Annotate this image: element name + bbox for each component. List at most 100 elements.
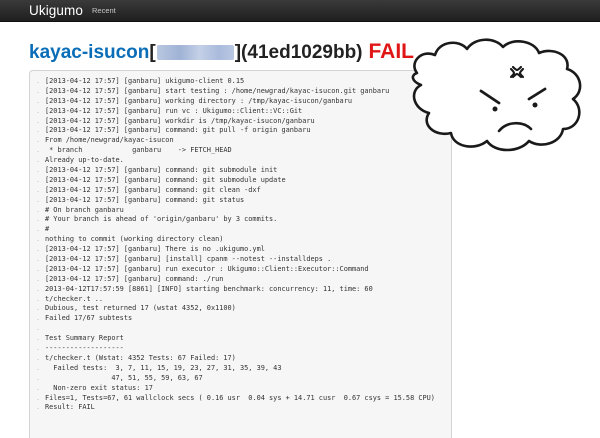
log-line-gutter: . [36,116,41,125]
log-line-text: Non-zero exit status: 17 [45,383,153,392]
log-line: . [2013-04-12 17:57] [ganbaru] run vc : U… [36,107,451,117]
log-line-gutter: . [36,314,41,323]
log-line-gutter: . [36,106,41,115]
log-line: . # [36,225,451,235]
log-line-gutter: . [36,146,41,155]
nav-link-recent[interactable]: Recent [92,6,116,15]
log-line-text: nothing to commit (working directory cle… [45,235,224,244]
log-line: . Dubious, test returned 17 (wstat 4352, … [36,304,451,314]
log-line-gutter: . [36,334,41,343]
log-line-text: [2013-04-12 17:57] [ganbaru] command: ./… [45,274,224,283]
log-line-gutter: . [36,175,41,184]
log-line-gutter: . [36,245,41,254]
log-line-text: Test Summary Report [45,334,124,343]
log-line: . 2013-04-12T17:57:59 [8861] [INFO] start… [36,285,451,295]
log-line-gutter: . [36,274,41,283]
log-line-text: [2013-04-12 17:57] [ganbaru] run executo… [45,264,369,273]
log-line: . 47, 51, 55, 59, 63, 67 [36,374,451,384]
build-log: . [2013-04-12 17:57] [ganbaru] ukigumo-cl… [29,70,452,438]
log-line: . [2013-04-12 17:57] [ganbaru] command: g… [36,176,451,186]
log-line-text: [2013-04-12 17:57] [ganbaru] start testi… [45,86,390,95]
commit-id: ](41ed1029bb) [234,42,363,63]
log-line-text: [2013-04-12 17:57] [ganbaru] command: gi… [45,195,245,204]
log-line-text: # On branch ganbaru [45,205,124,214]
log-line-gutter: . [36,353,41,362]
log-line-text: t/checker.t .. [45,294,104,303]
log-line-gutter: . [36,255,41,264]
log-line: . [2013-04-12 17:57] [ganbaru] command: g… [36,186,451,196]
log-line-gutter: . [36,136,41,145]
log-line-gutter: . [36,156,41,165]
brand-logo[interactable]: Ukigumo [29,3,83,18]
log-line-text: [2013-04-12 17:57] [ganbaru] command: gi… [45,185,261,194]
log-line: . [2013-04-12 17:57] [ganbaru] command: g… [36,196,451,206]
log-line-text: [2013-04-12 17:57] [ganbaru] command: gi… [45,175,286,184]
log-line: . t/checker.t .. [36,295,451,305]
log-line: . Test Summary Report [36,334,451,344]
log-line: . ------------------- [36,344,451,354]
log-line-gutter: . [36,373,41,382]
log-line-gutter: . [36,86,41,95]
log-line-text: [2013-04-12 17:57] [ganbaru] [install] c… [45,255,332,264]
log-line: . From /home/newgrad/kayac-isucon [36,136,451,146]
log-line: . Already up-to-date. [36,156,451,166]
log-line-text: Failed tests: 3, 7, 11, 15, 19, 23, 27, … [45,363,282,372]
log-line-text: t/checker.t (Wstat: 4352 Tests: 67 Faile… [45,353,236,362]
log-line-text: 2013-04-12T17:57:59 [8861] [INFO] starti… [45,284,373,293]
angry-cloud-mascot-icon [411,38,582,152]
log-line-gutter: . [36,126,41,135]
log-line-text: Files=1, Tests=67, 61 wallclock secs ( 0… [45,393,435,402]
log-line: . nothing to commit (working directory cl… [36,235,451,245]
log-line: . [2013-04-12 17:57] [ganbaru] There is n… [36,245,451,255]
log-line-text: # Your branch is ahead of 'origin/ganbar… [45,215,278,224]
log-line-gutter: . [36,215,41,224]
log-line-text: [2013-04-12 17:57] [ganbaru] command: gi… [45,166,278,175]
repo-name-link[interactable]: kayac-isucon [29,42,149,64]
log-line-gutter: . [36,324,41,333]
log-line: . [2013-04-12 17:57] [ganbaru] run execut… [36,265,451,275]
log-line-text: [2013-04-12 17:57] [ganbaru] working dir… [45,96,352,105]
log-line: . [2013-04-12 17:57] [ganbaru] command: g… [36,126,451,136]
branch-bracket: [ [149,42,156,63]
log-line: . [2013-04-12 17:57] [ganbaru] working di… [36,97,451,107]
log-line-text: [2013-04-12 17:57] [ganbaru] ukigumo-cli… [45,77,245,85]
log-line-text: [2013-04-12 17:57] [ganbaru] run vc : Uk… [45,106,303,115]
log-line: . Failed 17/67 subtests [36,314,451,324]
log-line: . [36,324,451,334]
redacted-branch-name [156,45,234,60]
log-line-text: Failed 17/67 subtests [45,314,133,323]
log-line: . [2013-04-12 17:57] [ganbaru] command: g… [36,166,451,176]
top-navbar: Ukigumo Recent [0,0,600,22]
log-line: . t/checker.t (Wstat: 4352 Tests: 67 Fail… [36,354,451,364]
log-line: . Files=1, Tests=67, 61 wallclock secs ( … [36,394,451,404]
log-line: . [2013-04-12 17:57] [ganbaru] workdir is… [36,117,451,127]
log-line-text: # [45,225,50,234]
log-line-gutter: . [36,195,41,204]
log-line-gutter: . [36,225,41,234]
log-line-text: Dubious, test returned 17 (wstat 4352, 0… [45,304,236,313]
log-line: . # On branch ganbaru [36,206,451,216]
log-line: . [2013-04-12 17:57] [ganbaru] ukigumo-cl… [36,77,451,87]
log-line-gutter: . [36,205,41,214]
log-line-gutter: . [36,294,41,303]
log-line-gutter: . [36,235,41,244]
log-line-text: [2013-04-12 17:57] [ganbaru] workdir is … [45,116,315,125]
log-line-text: From /home/newgrad/kayac-isucon [45,136,174,145]
log-line: . Result: FAIL [36,403,451,413]
log-line: . * branch ganbaru -> FETCH_HEAD [36,146,451,156]
log-line-gutter: . [36,363,41,372]
page-title: kayac-isucon [ ](41ed1029bb) FAIL [29,40,414,64]
log-line: . Failed tests: 3, 7, 11, 15, 19, 23, 27… [36,364,451,374]
log-line-text: [2013-04-12 17:57] [ganbaru] command: gi… [45,126,311,135]
log-line-gutter: . [36,166,41,175]
log-line-gutter: . [36,383,41,392]
log-line-text: Already up-to-date. [45,156,124,165]
log-line-gutter: . [36,185,41,194]
log-line-gutter: . [36,264,41,273]
log-line: . Non-zero exit status: 17 [36,384,451,394]
log-line: . [2013-04-12 17:57] [ganbaru] command: .… [36,275,451,285]
log-line-gutter: . [36,393,41,402]
log-line-text: [2013-04-12 17:57] [ganbaru] There is no… [45,245,265,254]
log-line-gutter: . [36,304,41,313]
log-line-text: * branch ganbaru -> FETCH_HEAD [45,146,232,155]
